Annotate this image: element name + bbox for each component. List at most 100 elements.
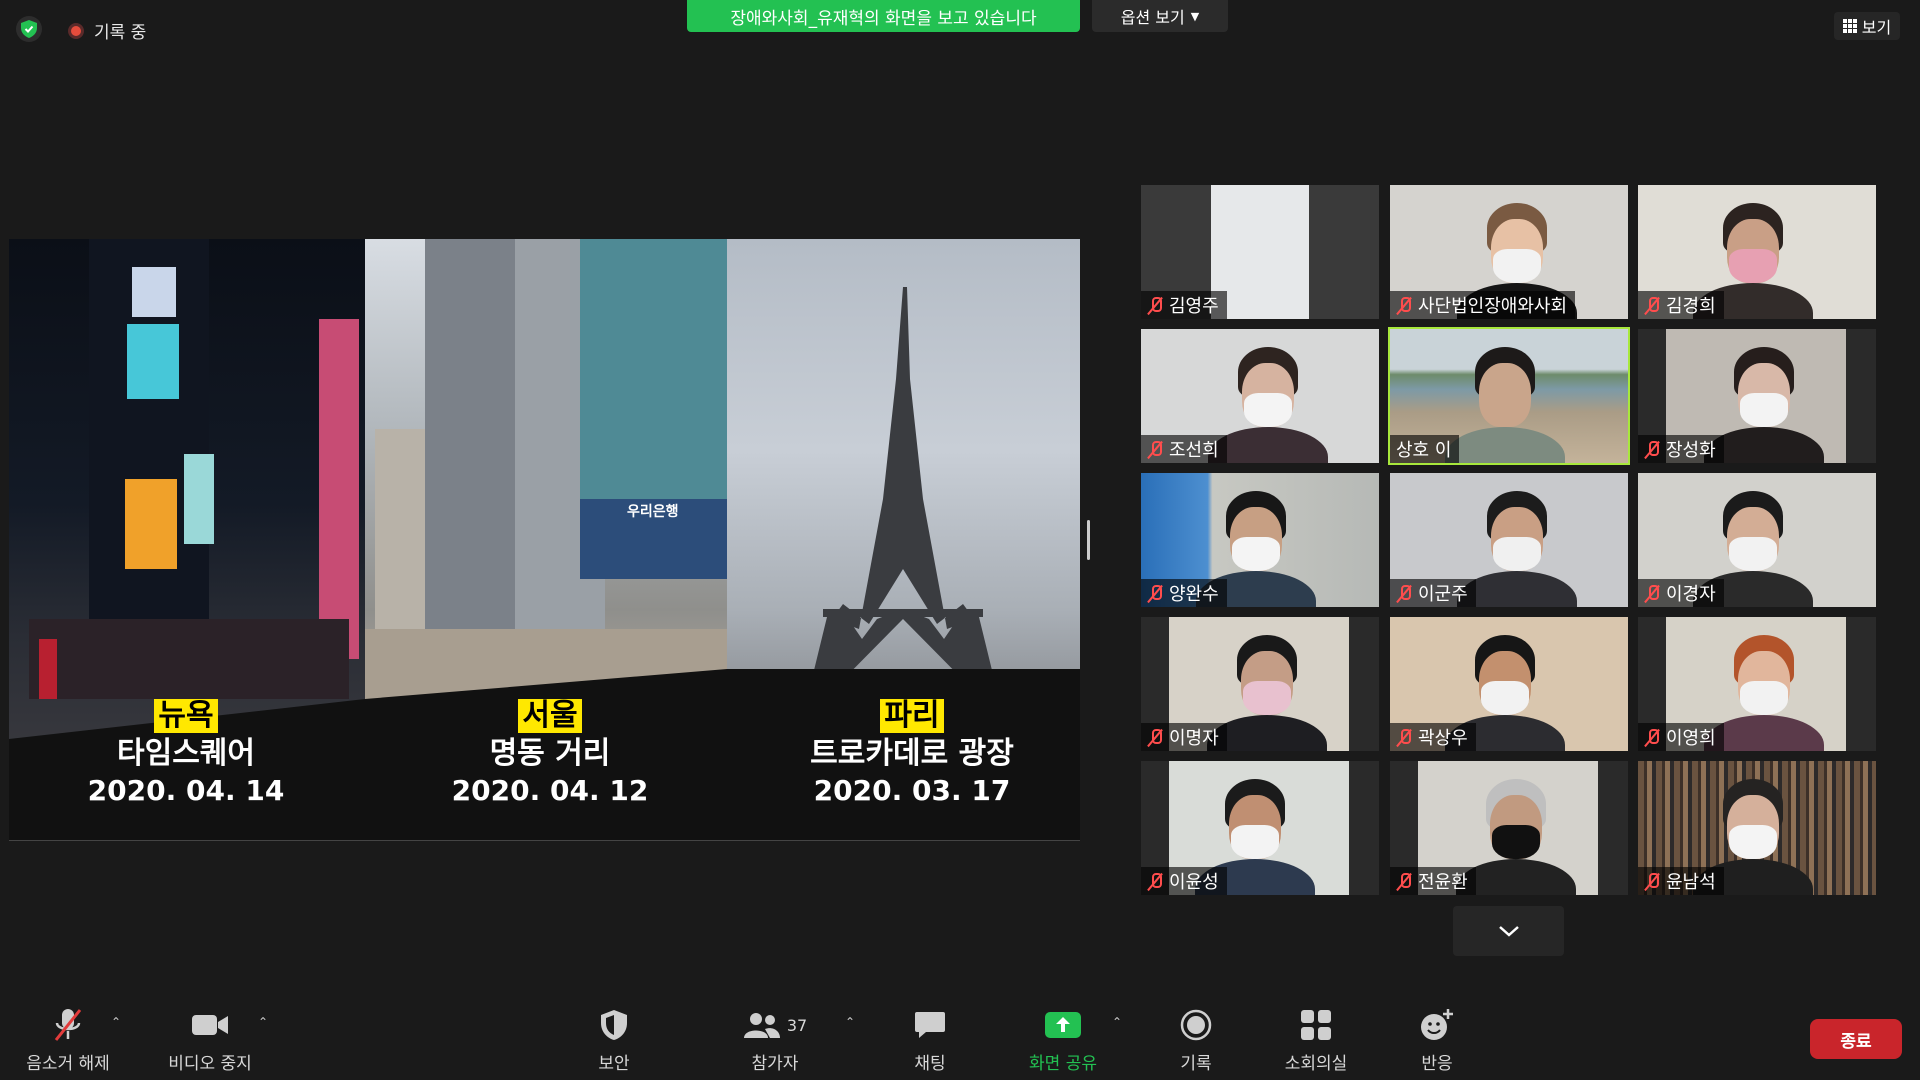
participant-tile[interactable]: 이영희 [1638,617,1876,751]
participant-name-tag: 김경희 [1638,291,1724,319]
participants-icon: 37 [743,1005,807,1045]
microphone-muted-icon [1644,872,1660,890]
participant-name-tag: 상호 이 [1390,435,1460,463]
unmute-button[interactable]: 음소거 해제 [18,1005,118,1074]
share-options-caret[interactable]: ⌃ [1112,1015,1122,1029]
record-icon [1180,1005,1212,1045]
video-options-caret[interactable]: ⌃ [258,1015,268,1029]
stop-video-button[interactable]: 비디오 중지 [160,1005,260,1074]
microphone-muted-icon [1396,296,1412,314]
breakout-rooms-label: 소회의실 [1284,1054,1348,1074]
end-meeting-button[interactable]: 종료 [1810,1019,1902,1059]
participants-button[interactable]: 37 참가자 [730,1005,820,1074]
microphone-muted-icon [1147,872,1163,890]
participant-name-tag: 이영희 [1638,723,1724,751]
participant-name: 조선희 [1169,440,1219,461]
participant-name: 양완수 [1169,584,1219,605]
participants-label: 참가자 [751,1054,799,1074]
participant-tile[interactable]: 양완수 [1141,473,1379,607]
face-mask [1740,393,1788,427]
caption-city: 서울 [518,699,582,733]
participant-name: 이군주 [1418,584,1468,605]
caption-place: 명동 거리 [489,736,611,771]
participant-name-tag: 장성화 [1638,435,1724,463]
chat-button[interactable]: 채팅 [890,1005,970,1074]
participant-name: 이경자 [1666,584,1716,605]
unmute-label: 음소거 해제 [26,1054,110,1074]
emoji-plus-icon [1420,1005,1454,1045]
participant-name-tag: 전윤환 [1390,867,1476,895]
face-mask [1729,249,1777,283]
security-shield-icon[interactable] [16,16,42,42]
caption-date: 2020. 04. 14 [87,774,285,807]
microphone-muted-icon [1147,728,1163,746]
record-button[interactable]: 기록 [1156,1005,1236,1074]
participant-tile[interactable]: 곽상우 [1390,617,1628,751]
microphone-muted-icon [1644,296,1660,314]
reactions-label: 반응 [1421,1054,1453,1074]
security-label: 보안 [598,1054,630,1074]
participant-tile[interactable]: 이군주 [1390,473,1628,607]
share-screen-button[interactable]: 화면 공유 [1018,1005,1108,1074]
chevron-down-icon [1498,926,1519,937]
video-camera-icon [191,1005,229,1045]
split-view-divider[interactable] [1087,520,1090,560]
face-mask [1244,393,1292,427]
participant-tile[interactable]: 이명자 [1141,617,1379,751]
record-dot-icon [68,22,84,39]
participant-tile[interactable]: 이경자 [1638,473,1876,607]
face-mask [1492,825,1540,859]
grid-icon [1842,19,1857,33]
caption-place: 타임스퀘어 [117,736,255,771]
shield-icon [600,1005,628,1045]
caption-date: 2020. 04. 12 [451,774,649,807]
participant-tile[interactable]: 김영주 [1141,185,1379,319]
participant-tile[interactable]: 사단법인장애와사회 [1390,185,1628,319]
participant-name: 이명자 [1169,728,1219,749]
participant-name-tag: 김영주 [1141,291,1227,319]
participant-tile[interactable]: 이윤성 [1141,761,1379,895]
chat-bubble-icon [914,1005,946,1045]
microphone-muted-icon [1147,440,1163,458]
participant-name-tag: 윤남석 [1638,867,1724,895]
caption-seoul: 서울 명동 거리 2020. 04. 12 [400,699,700,809]
participant-name-tag: 이명자 [1141,723,1227,751]
audio-options-caret[interactable]: ⌃ [111,1015,121,1029]
face-mask [1481,681,1529,715]
security-button[interactable]: 보안 [574,1005,654,1074]
microphone-muted-icon [1396,584,1412,602]
participants-options-caret[interactable]: ⌃ [845,1015,855,1029]
participant-name: 곽상우 [1418,728,1468,749]
gallery-next-page-button[interactable] [1453,906,1564,956]
face-mask [1232,537,1280,571]
face-mask [1729,825,1777,859]
view-button[interactable]: 보기 [1834,12,1900,40]
participant-tile[interactable]: 조선희 [1141,329,1379,463]
participant-tile[interactable]: 김경희 [1638,185,1876,319]
caption-city: 파리 [880,699,944,733]
face-mask [1493,249,1541,283]
breakout-rooms-button[interactable]: 소회의실 [1271,1005,1361,1074]
recording-indicator[interactable]: 기록 중 [68,18,146,43]
participant-name: 윤남석 [1666,872,1716,893]
participant-tile[interactable]: 윤남석 [1638,761,1876,895]
participant-tile[interactable]: 장성화 [1638,329,1876,463]
face-mask [1243,681,1291,715]
share-screen-label: 화면 공유 [1029,1054,1097,1074]
view-options-button[interactable]: 옵션 보기 ▼ [1092,0,1228,32]
participant-tile[interactable]: 상호 이 [1388,327,1630,465]
participant-name-tag: 조선희 [1141,435,1227,463]
screen-share-banner: 장애와사회_유재혁의 화면을 보고 있습니다 [687,0,1080,32]
participant-tile[interactable]: 전윤환 [1390,761,1628,895]
share-screen-icon [1044,1005,1082,1045]
participant-name: 상호 이 [1396,440,1452,461]
caption-paris: 파리 트로카데로 광장 2020. 03. 17 [762,699,1062,809]
stop-video-label: 비디오 중지 [168,1054,252,1074]
caption-date: 2020. 03. 17 [813,774,1011,807]
reactions-button[interactable]: 반응 [1397,1005,1477,1074]
participant-count: 37 [786,1015,808,1035]
participant-name-tag: 이윤성 [1141,867,1227,895]
participant-face [1479,363,1531,427]
caption-place: 트로카데로 광장 [810,736,1014,771]
shared-screen: 우리은행 뉴욕 타임스퀘어 2020. 04. 14 서울 명동 거리 2020… [9,239,1080,841]
